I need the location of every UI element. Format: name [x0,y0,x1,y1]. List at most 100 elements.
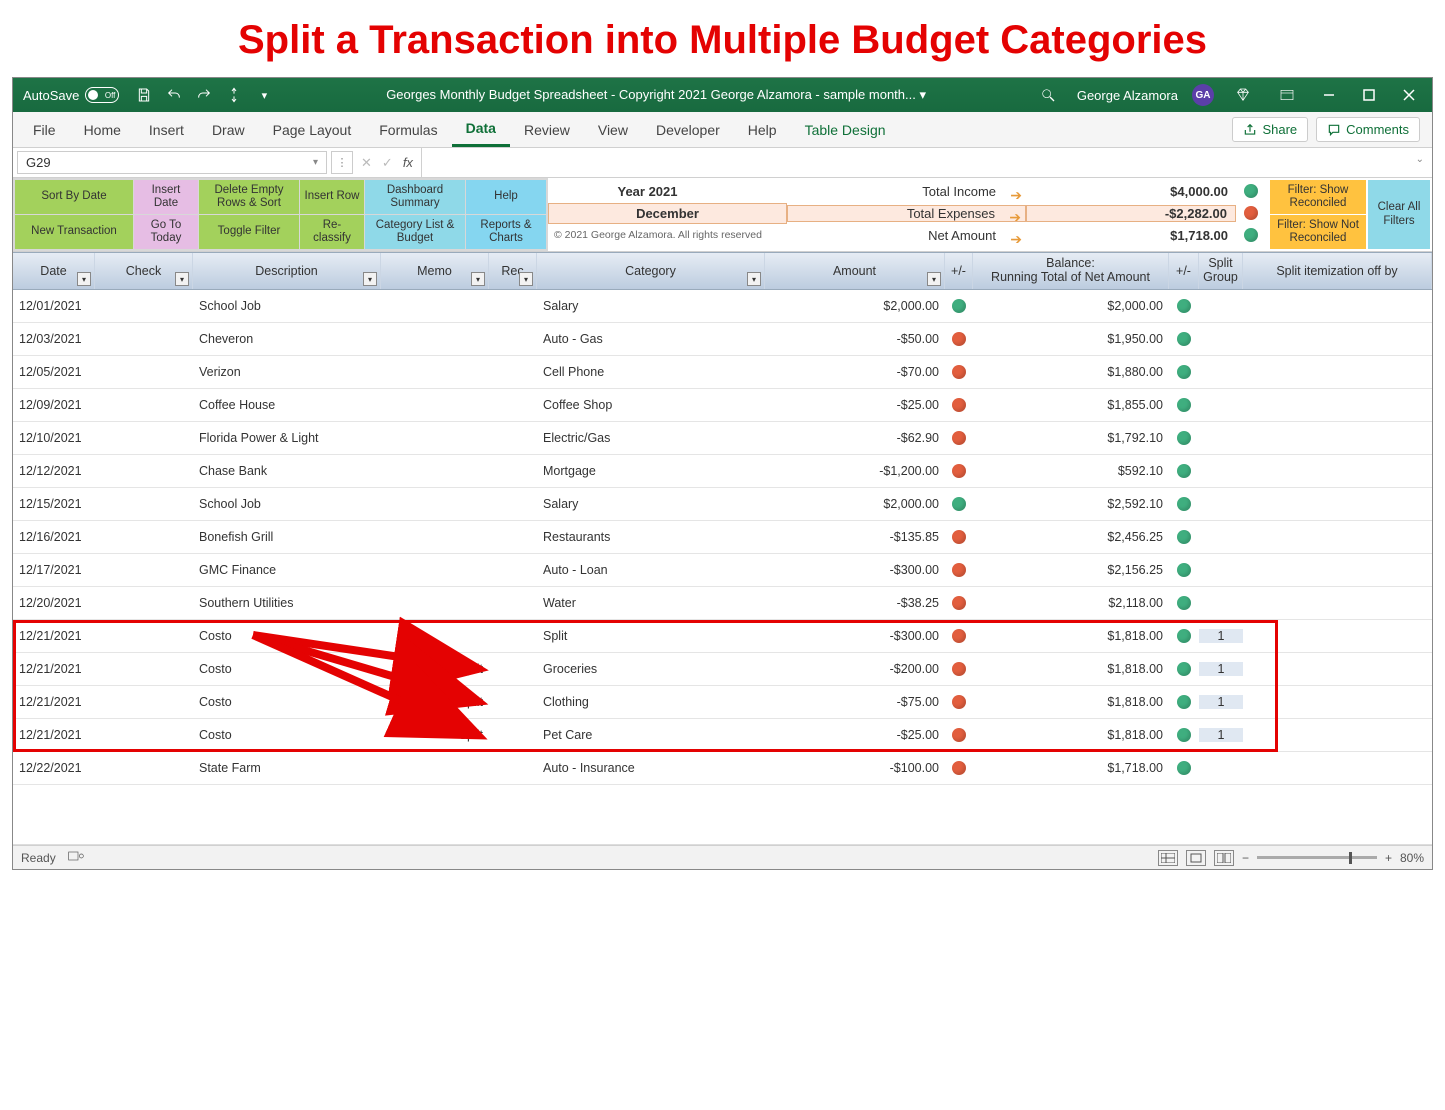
cell-date[interactable]: 12/21/2021 [13,728,95,742]
table-row[interactable]: 12/15/2021School JobSalary$2,000.00$2,59… [13,488,1432,521]
comments-button[interactable]: Comments [1316,117,1420,142]
macro-toggle-filter[interactable]: Toggle Filter [199,215,299,249]
table-row[interactable]: 12/16/2021Bonefish GrillRestaurants-$135… [13,521,1432,554]
ribbon-tab-data[interactable]: Data [452,112,510,147]
ribbon-tab-home[interactable]: Home [70,112,135,147]
cell-balance[interactable]: $2,118.00 [973,596,1169,610]
cell-balance[interactable]: $1,792.10 [973,431,1169,445]
minimize-button[interactable] [1316,82,1342,108]
cell-category[interactable]: Pet Care [537,728,765,742]
cell-category[interactable]: Auto - Loan [537,563,765,577]
cell-balance[interactable]: $2,456.25 [973,530,1169,544]
cell-description[interactable]: Costo [193,662,381,676]
cell-category[interactable]: Split [537,629,765,643]
ribbon-tab-file[interactable]: File [19,112,70,147]
cell-memo[interactable]: Split [381,695,489,709]
zoom-in-button[interactable]: + [1385,851,1392,865]
cell-amount[interactable]: -$62.90 [765,431,945,445]
cell-amount[interactable]: -$1,200.00 [765,464,945,478]
cell-amount[interactable]: $2,000.00 [765,497,945,511]
cell-date[interactable]: 12/17/2021 [13,563,95,577]
filter-dropdown-icon[interactable]: ▾ [927,272,941,286]
ribbon-tab-help[interactable]: Help [734,112,791,147]
cell-memo[interactable]: Split [381,662,489,676]
table-row[interactable]: 12/21/2021CostoSplitGroceries-$200.00$1,… [13,653,1432,686]
cell-category[interactable]: Electric/Gas [537,431,765,445]
formula-input[interactable] [422,148,1408,177]
cell-balance[interactable]: $1,818.00 [973,728,1169,742]
table-row[interactable]: 12/20/2021Southern UtilitiesWater-$38.25… [13,587,1432,620]
cell-category[interactable]: Salary [537,497,765,511]
col-category[interactable]: Category▾ [537,253,765,289]
macro-delete-empty-rows-sort[interactable]: Delete Empty Rows & Sort [199,180,299,214]
table-row[interactable]: 12/09/2021 Coffee House Coffee Shop-$25.00… [13,389,1432,422]
macro-sort-by-date[interactable]: Sort By Date [15,180,133,214]
cell-amount[interactable]: -$300.00 [765,629,945,643]
cell-date[interactable]: 12/09/2021 [13,398,95,412]
ribbon-tab-formulas[interactable]: Formulas [365,112,451,147]
cell-category[interactable]: Auto - Gas [537,332,765,346]
close-button[interactable] [1396,82,1422,108]
table-row[interactable]: 12/17/2021GMC FinanceAuto - Loan-$300.00… [13,554,1432,587]
cell-date[interactable]: 12/01/2021 [13,299,95,313]
cell-category[interactable]: Groceries [537,662,765,676]
col-amount[interactable]: Amount▾ [765,253,945,289]
col-balance[interactable]: Balance: Running Total of Net Amount [973,253,1169,289]
cell-amount[interactable]: -$25.00 [765,398,945,412]
cell-category[interactable]: Clothing [537,695,765,709]
col-description[interactable]: Description▾ [193,253,381,289]
cell-date[interactable]: 12/21/2021 [13,662,95,676]
filter-not-reconciled-button[interactable]: Filter: Show Not Reconciled [1270,215,1366,249]
filter-dropdown-icon[interactable]: ▾ [747,272,761,286]
table-row[interactable]: 12/21/2021CostoSplit-$300.00$1,818.001 [13,620,1432,653]
cell-description[interactable]: Costo [193,728,381,742]
cell-balance[interactable]: $2,592.10 [973,497,1169,511]
ribbon-display-icon[interactable] [1276,84,1298,106]
macro-go-to-today[interactable]: Go To Today [134,215,198,249]
table-row[interactable]: 12/12/2021Chase BankMortgage-$1,200.00$5… [13,455,1432,488]
cell-balance[interactable]: $1,818.00 [973,629,1169,643]
cell-description[interactable]: Chase Bank [193,464,381,478]
macro-new-transaction[interactable]: New Transaction [15,215,133,249]
macro-reports-charts[interactable]: Reports & Charts [466,215,546,249]
cell-date[interactable]: 12/15/2021 [13,497,95,511]
filter-dropdown-icon[interactable]: ▾ [363,272,377,286]
cell-balance[interactable]: $1,818.00 [973,695,1169,709]
cell-description[interactable]: Coffee House [193,398,381,412]
col-split-group[interactable]: Split Group [1199,253,1243,289]
ribbon-tab-insert[interactable]: Insert [135,112,198,147]
macro-record-icon[interactable] [68,850,84,865]
cell-amount[interactable]: -$38.25 [765,596,945,610]
fx-icon[interactable]: fx [403,155,413,170]
ribbon-tab-page-layout[interactable]: Page Layout [259,112,366,147]
macro-help[interactable]: Help [466,180,546,214]
ribbon-tab-view[interactable]: View [584,112,642,147]
redo-icon[interactable] [193,84,215,106]
col-rec[interactable]: Rec▾ [489,253,537,289]
cell-split-group[interactable]: 1 [1199,728,1243,742]
macro-category-list-budget[interactable]: Category List & Budget [365,215,465,249]
name-box[interactable]: G29▾ [17,151,327,174]
cell-description[interactable]: School Job [193,299,381,313]
formula-expand-icon[interactable]: ⌄ [1408,148,1432,177]
cell-category[interactable]: Mortgage [537,464,765,478]
zoom-level[interactable]: 80% [1400,851,1424,865]
cell-description[interactable]: Verizon [193,365,381,379]
cell-amount[interactable]: -$200.00 [765,662,945,676]
cell-amount[interactable]: -$300.00 [765,563,945,577]
filter-reconciled-button[interactable]: Filter: Show Reconciled [1270,180,1366,214]
col-plusminus-2[interactable]: +/- [1169,253,1199,289]
cell-amount[interactable]: -$135.85 [765,530,945,544]
ribbon-tab-table-design[interactable]: Table Design [791,112,900,147]
col-split-offby[interactable]: Split itemization off by [1243,253,1432,289]
cell-description[interactable]: Southern Utilities [193,596,381,610]
cell-category[interactable]: Coffee Shop [537,398,765,412]
cell-balance[interactable]: $592.10 [973,464,1169,478]
cell-balance[interactable]: $1,855.00 [973,398,1169,412]
cell-split-group[interactable]: 1 [1199,695,1243,709]
table-row[interactable]: 12/03/2021CheveronAuto - Gas-$50.00$1,95… [13,323,1432,356]
ribbon-tab-draw[interactable]: Draw [198,112,259,147]
filter-dropdown-icon[interactable]: ▾ [519,272,533,286]
maximize-button[interactable] [1356,82,1382,108]
diamond-icon[interactable] [1232,84,1254,106]
